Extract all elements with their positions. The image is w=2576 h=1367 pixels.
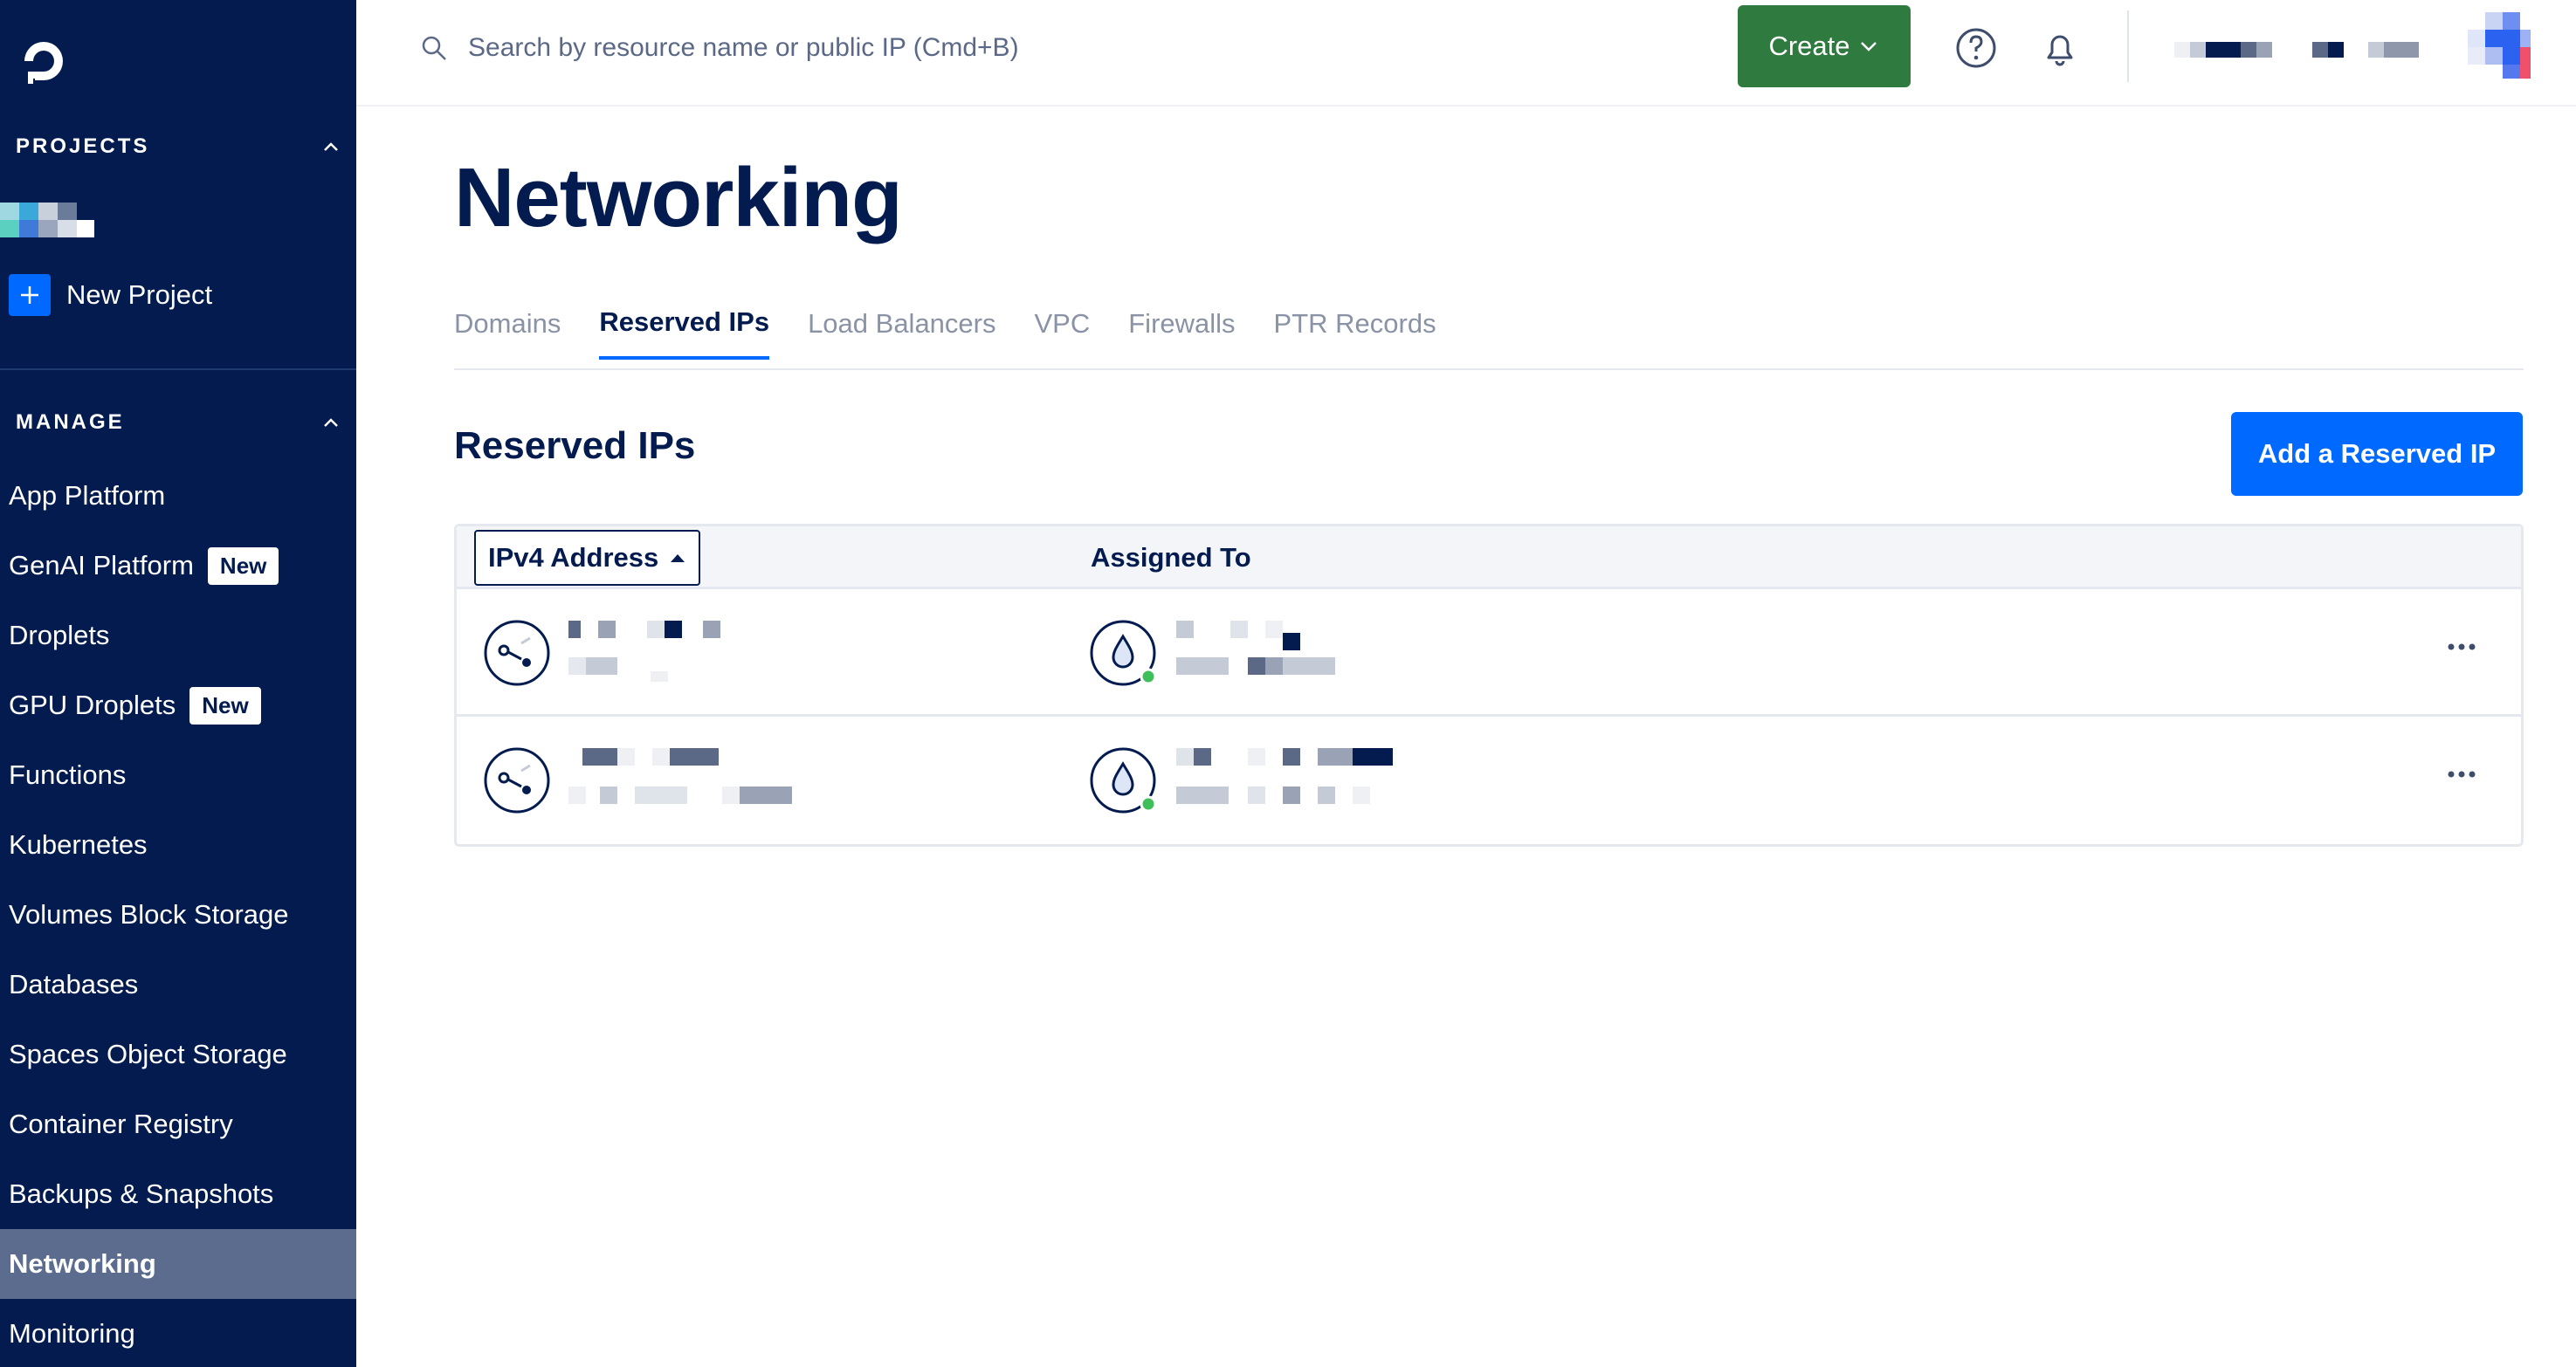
- sidebar-item-label: Databases: [9, 969, 139, 999]
- section-title: Reserved IPs: [454, 424, 696, 467]
- table-row[interactable]: [457, 589, 2521, 717]
- projects-heading-label: PROJECTS: [16, 134, 150, 158]
- tab-vpc[interactable]: VPC: [1035, 288, 1091, 360]
- droplet-icon: [1090, 747, 1157, 814]
- sidebar-item-label: GenAI Platform: [9, 550, 194, 580]
- sidebar-item-label: Kubernetes: [9, 829, 148, 860]
- sidebar-item-genai-platform[interactable]: GenAI Platform New: [0, 531, 356, 601]
- column-header-assigned-to[interactable]: Assigned To: [1091, 542, 1251, 574]
- ip-address-redacted: [568, 621, 720, 682]
- assigned-droplet-redacted: [1176, 621, 1335, 675]
- sidebar-item-droplets[interactable]: Droplets: [0, 601, 356, 670]
- sidebar-item-backups[interactable]: Backups & Snapshots: [0, 1159, 356, 1229]
- sidebar-item-label: Monitoring: [9, 1318, 135, 1349]
- sidebar-item-label: Spaces Object Storage: [9, 1039, 287, 1069]
- tab-reserved-ips[interactable]: Reserved IPs: [599, 288, 770, 360]
- add-reserved-ip-button[interactable]: Add a Reserved IP: [2231, 412, 2523, 496]
- table-header: IPv4 Address Assigned To: [457, 526, 2521, 589]
- sidebar-nav: App Platform GenAI Platform New Droplets …: [0, 461, 356, 1367]
- sidebar-item-gpu-droplets[interactable]: GPU Droplets New: [0, 670, 356, 740]
- manage-heading-label: MANAGE: [16, 410, 125, 434]
- sidebar-item-networking[interactable]: Networking: [0, 1229, 356, 1299]
- search-icon: [422, 36, 446, 60]
- new-badge: New: [189, 686, 261, 725]
- sidebar-item-functions[interactable]: Functions: [0, 740, 356, 810]
- sidebar-divider: [0, 368, 356, 370]
- reserved-ip-icon: [484, 620, 550, 686]
- account-name-redacted[interactable]: [2174, 37, 2436, 63]
- sort-ascending-icon: [671, 554, 685, 562]
- sidebar-item-container-registry[interactable]: Container Registry: [0, 1089, 356, 1159]
- digitalocean-logo-icon[interactable]: [16, 33, 72, 89]
- search-box[interactable]: [419, 33, 1254, 63]
- project-avatar[interactable]: [0, 203, 96, 237]
- sidebar-item-label: App Platform: [9, 480, 166, 511]
- bell-icon[interactable]: [2038, 26, 2082, 70]
- sidebar-item-label: Droplets: [9, 620, 110, 650]
- droplet-icon: [1090, 620, 1157, 686]
- new-badge: New: [207, 546, 279, 585]
- assigned-droplet-redacted: [1176, 748, 1393, 804]
- sidebar-item-spaces[interactable]: Spaces Object Storage: [0, 1020, 356, 1089]
- more-options-icon[interactable]: [2444, 766, 2479, 783]
- help-icon[interactable]: [1954, 26, 1998, 70]
- plus-icon: [9, 274, 51, 316]
- projects-heading[interactable]: PROJECTS: [16, 129, 341, 164]
- top-bar: Create: [356, 0, 2576, 106]
- chevron-up-icon: [324, 418, 338, 427]
- sidebar-item-label: Functions: [9, 759, 127, 790]
- sidebar-item-label: Container Registry: [9, 1109, 233, 1139]
- sidebar-item-monitoring[interactable]: Monitoring: [0, 1299, 356, 1367]
- search-input[interactable]: [468, 33, 1254, 63]
- sidebar-item-volumes[interactable]: Volumes Block Storage: [0, 880, 356, 950]
- tab-firewalls[interactable]: Firewalls: [1128, 288, 1235, 360]
- more-options-icon[interactable]: [2444, 638, 2479, 656]
- tab-ptr-records[interactable]: PTR Records: [1274, 288, 1436, 360]
- page-title: Networking: [454, 151, 903, 244]
- sidebar-item-kubernetes[interactable]: Kubernetes: [0, 810, 356, 880]
- table-row[interactable]: [457, 717, 2521, 844]
- topbar-separator: [2127, 10, 2129, 82]
- chevron-down-icon: [1860, 42, 1877, 52]
- sidebar-item-label: Volumes Block Storage: [9, 899, 289, 930]
- column-header-ipv4: IPv4 Address: [488, 542, 659, 573]
- user-avatar[interactable]: [2468, 12, 2538, 82]
- create-label: Create: [1768, 31, 1850, 61]
- chevron-up-icon: [324, 142, 338, 151]
- ip-address-redacted: [568, 748, 792, 804]
- sidebar: PROJECTS New Project MANAGE App Platform…: [0, 0, 356, 1367]
- manage-heading[interactable]: MANAGE: [16, 405, 341, 440]
- sidebar-item-label: Networking: [9, 1248, 156, 1279]
- new-project-label: New Project: [66, 279, 213, 310]
- reserved-ip-icon: [484, 747, 550, 814]
- reserved-ips-table: IPv4 Address Assigned To: [454, 524, 2524, 847]
- sidebar-item-label: GPU Droplets: [9, 690, 176, 720]
- ipv4-column-sort[interactable]: IPv4 Address: [474, 530, 701, 586]
- tab-load-balancers[interactable]: Load Balancers: [808, 288, 995, 360]
- tab-domains[interactable]: Domains: [454, 288, 561, 360]
- new-project-button[interactable]: New Project: [9, 274, 212, 316]
- sidebar-item-label: Backups & Snapshots: [9, 1178, 274, 1209]
- sidebar-item-databases[interactable]: Databases: [0, 950, 356, 1020]
- create-button[interactable]: Create: [1738, 5, 1911, 87]
- sidebar-item-app-platform[interactable]: App Platform: [0, 461, 356, 531]
- networking-tabs: Domains Reserved IPs Load Balancers VPC …: [454, 299, 2524, 370]
